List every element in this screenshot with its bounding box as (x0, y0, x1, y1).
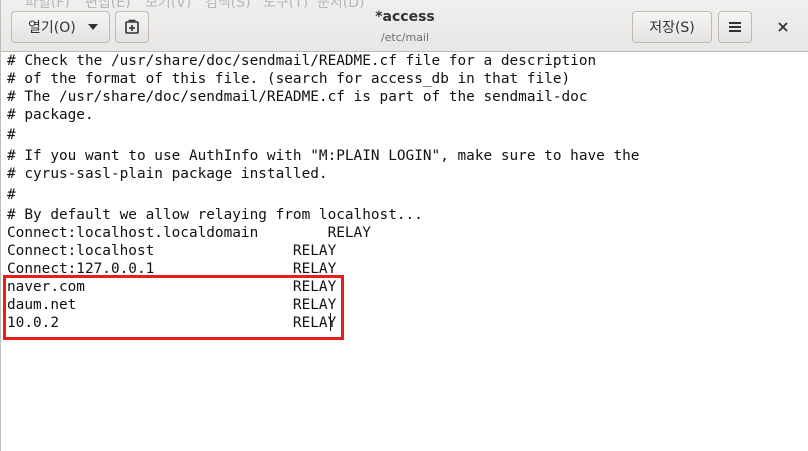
ghost-menu-item: 보기(V) (145, 0, 192, 8)
close-icon (778, 22, 788, 32)
close-window-button[interactable] (767, 11, 799, 43)
chevron-down-icon (88, 24, 98, 30)
open-button[interactable]: 열기(O) (11, 11, 110, 43)
save-button-label: 저장(S) (649, 20, 695, 36)
code-line[interactable]: # package. (7, 106, 94, 124)
new-document-button[interactable] (115, 11, 149, 43)
red-highlight-box (3, 275, 344, 340)
code-line[interactable]: # Check the /usr/share/doc/sendmail/READ… (7, 52, 596, 70)
hamburger-menu-button[interactable] (718, 11, 752, 43)
document-path: /etc/mail (380, 31, 430, 44)
background-menu-bar: 파일(F) 편집(E) 보기(V) 검색(S) 도구(T) 문서(D) (1, 0, 421, 8)
ghost-menu-item: 검색(S) (205, 0, 251, 8)
open-button-label: 열기(O) (28, 20, 76, 36)
ghost-menu-item: 도구(T) (263, 0, 309, 8)
save-button[interactable]: 저장(S) (632, 11, 712, 43)
ghost-menu-item: 파일(F) (25, 0, 70, 8)
code-line[interactable]: # (7, 186, 16, 204)
hamburger-icon (729, 22, 741, 32)
code-line[interactable]: # If you want to use AuthInfo with "M:PL… (7, 147, 639, 165)
ghost-menu-item: 문서(D) (317, 0, 365, 8)
ghost-menu-item: 편집(E) (85, 0, 131, 8)
new-document-icon (125, 19, 139, 34)
text-editing-area[interactable]: # Check the /usr/share/doc/sendmail/READ… (2, 52, 808, 451)
code-line[interactable]: # The /usr/share/doc/sendmail/README.cf … (7, 88, 587, 106)
code-line[interactable]: Connect:localhost RELAY (7, 242, 336, 260)
document-title: *access (375, 9, 435, 25)
code-line[interactable]: # of the format of this file. (search fo… (7, 70, 570, 88)
code-line[interactable]: Connect:localhost.localdomain RELAY (7, 224, 371, 242)
code-line[interactable]: # (7, 126, 16, 144)
code-line[interactable]: # By default we allow relaying from loca… (7, 206, 423, 224)
code-line[interactable]: # cyrus-sasl-plain package installed. (7, 165, 328, 183)
header-bar: 파일(F) 편집(E) 보기(V) 검색(S) 도구(T) 문서(D) 열기(O… (1, 0, 808, 52)
text-editor-window: 파일(F) 편집(E) 보기(V) 검색(S) 도구(T) 문서(D) 열기(O… (0, 0, 808, 451)
